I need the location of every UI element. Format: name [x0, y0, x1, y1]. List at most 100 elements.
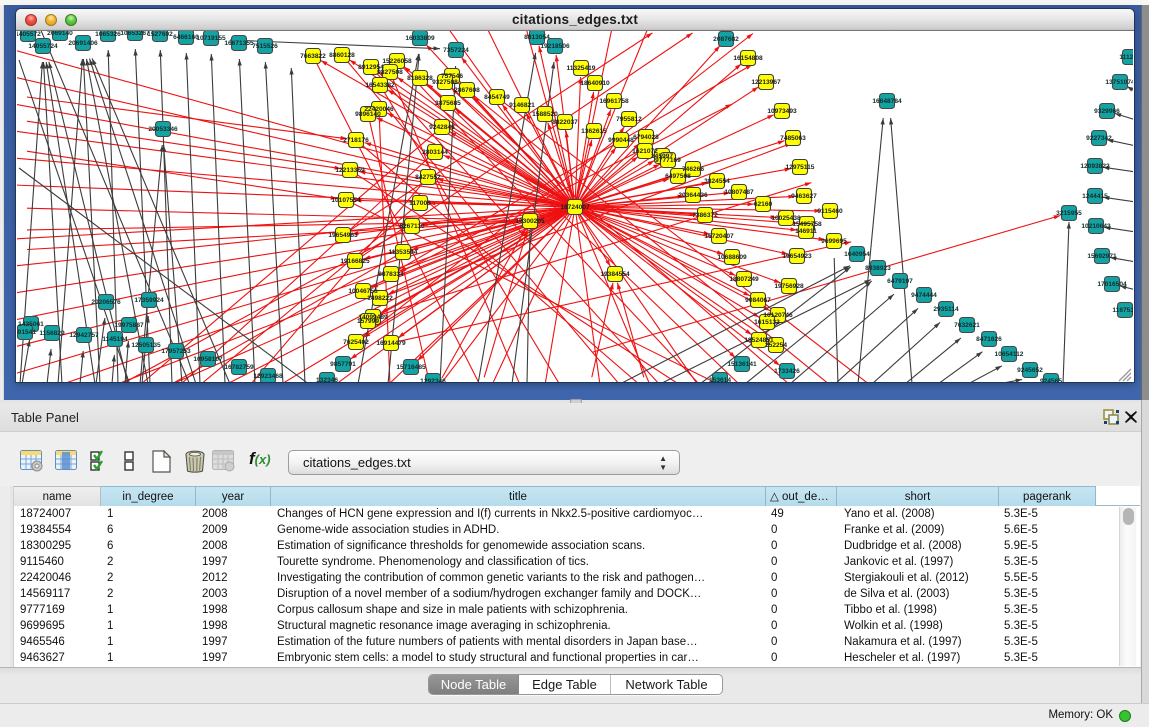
svg-text:7515526: 7515526 [252, 43, 278, 50]
svg-text:12213967: 12213967 [751, 79, 781, 86]
svg-text:10210643: 10210643 [1081, 223, 1111, 230]
svg-text:9329966: 9329966 [1094, 108, 1120, 115]
svg-text:2803144: 2803144 [422, 149, 448, 156]
svg-text:12942757: 12942757 [69, 332, 99, 339]
svg-text:6497568: 6497568 [665, 173, 691, 180]
svg-text:1145194: 1145194 [102, 336, 128, 343]
svg-text:391541: 391541 [17, 329, 36, 336]
svg-text:6466160: 6466160 [173, 34, 199, 41]
svg-text:7625402: 7625402 [343, 339, 369, 346]
svg-text:8471626: 8471626 [976, 336, 1002, 343]
svg-text:8860128: 8860128 [329, 52, 355, 59]
svg-text:10719155: 10719155 [196, 35, 226, 42]
svg-text:19756928: 19756928 [774, 283, 804, 290]
svg-text:1362615: 1362615 [581, 128, 607, 135]
svg-text:9227342: 9227342 [1086, 135, 1112, 142]
svg-text:252254: 252254 [765, 342, 787, 349]
svg-text:8878334: 8878334 [378, 271, 404, 278]
svg-text:1292346: 1292346 [420, 378, 446, 382]
svg-text:7357224: 7357224 [443, 47, 469, 54]
svg-text:10958107: 10958107 [193, 356, 223, 363]
svg-text:8454749: 8454749 [484, 94, 510, 101]
svg-text:16648784: 16648784 [872, 98, 902, 105]
svg-text:1156829: 1156829 [39, 330, 65, 337]
svg-text:19654923: 19654923 [782, 253, 812, 260]
svg-text:17957253: 17957253 [161, 348, 191, 355]
svg-text:1527602: 1527602 [147, 31, 173, 38]
svg-text:15692971: 15692971 [1087, 253, 1117, 260]
svg-text:14055724: 14055724 [28, 43, 58, 50]
svg-text:111264: 111264 [1119, 54, 1133, 61]
svg-text:1640954: 1640954 [844, 251, 870, 258]
svg-text:15720407: 15720407 [704, 233, 734, 240]
svg-text:6794028: 6794028 [633, 134, 659, 141]
svg-text:19166825: 19166825 [340, 258, 370, 265]
svg-text:18640910: 18640910 [580, 80, 610, 87]
svg-text:9327508: 9327508 [432, 79, 458, 86]
svg-text:16671355: 16671355 [224, 40, 254, 47]
svg-text:7386372: 7386372 [692, 212, 718, 219]
svg-text:9699695: 9699695 [821, 238, 847, 245]
svg-text:18724007: 18724007 [560, 204, 590, 211]
svg-text:1615132: 1615132 [754, 319, 780, 326]
svg-text:7485063: 7485063 [780, 135, 806, 142]
svg-text:16120746: 16120746 [763, 312, 793, 319]
svg-text:1588520: 1588520 [532, 111, 558, 118]
svg-text:924565: 924565 [1040, 378, 1062, 382]
svg-text:15716485: 15716485 [396, 364, 426, 371]
svg-text:12923468: 12923468 [253, 373, 283, 380]
svg-text:11353594: 11353594 [389, 249, 418, 256]
svg-text:746266: 746266 [682, 166, 704, 173]
svg-text:11325419: 11325419 [567, 65, 596, 72]
svg-text:1065326: 1065326 [95, 31, 121, 38]
svg-text:20053346: 20053346 [148, 126, 178, 133]
svg-text:9777169: 9777169 [655, 157, 681, 164]
svg-text:13751074: 13751074 [1105, 79, 1133, 86]
svg-text:16961758: 16961758 [599, 98, 629, 105]
svg-text:132346: 132346 [316, 377, 338, 382]
svg-text:3215955: 3215955 [1056, 210, 1082, 217]
svg-text:2718176: 2718176 [343, 137, 369, 144]
svg-text:19975887: 19975887 [114, 322, 144, 329]
svg-text:10688609: 10688609 [717, 254, 747, 261]
svg-text:9857791: 9857791 [330, 361, 356, 368]
svg-text:1244415: 1244415 [1082, 193, 1108, 200]
svg-text:9245652: 9245652 [1017, 367, 1043, 374]
svg-text:1733426: 1733426 [774, 368, 800, 375]
svg-text:19654963: 19654963 [328, 232, 358, 239]
svg-text:9827508: 9827508 [377, 69, 403, 76]
svg-text:15495758: 15495758 [792, 221, 822, 228]
svg-text:62160: 62160 [754, 201, 773, 208]
svg-text:10654112: 10654112 [995, 351, 1024, 358]
svg-text:10807487: 10807487 [724, 189, 754, 196]
svg-text:2069140: 2069140 [47, 31, 73, 37]
svg-text:7663822: 7663822 [300, 53, 326, 60]
svg-text:16782759: 16782759 [224, 364, 254, 371]
svg-text:9896140: 9896140 [355, 111, 381, 118]
svg-text:20206576: 20206576 [91, 299, 121, 306]
svg-text:15226058: 15226058 [382, 58, 412, 65]
svg-text:16154808: 16154808 [733, 55, 763, 62]
svg-text:18807249: 18807249 [729, 276, 759, 283]
svg-text:9463627: 9463627 [791, 193, 817, 200]
svg-text:8267110: 8267110 [399, 223, 425, 230]
svg-text:20691406: 20691406 [68, 40, 98, 47]
svg-text:10653267: 10653267 [120, 31, 150, 37]
svg-text:146911: 146911 [795, 228, 817, 235]
svg-text:1435061: 1435061 [18, 321, 44, 328]
svg-text:9242848: 9242848 [429, 124, 455, 131]
svg-text:16033809: 16033809 [405, 35, 435, 42]
svg-text:8938923: 8938923 [865, 265, 891, 272]
svg-text:2935114: 2935114 [933, 306, 959, 313]
svg-text:12975115: 12975115 [786, 164, 815, 171]
svg-text:1167533: 1167533 [1112, 307, 1133, 314]
svg-text:3824554: 3824554 [704, 178, 730, 185]
svg-text:3875685: 3875685 [435, 100, 461, 107]
svg-text:117008: 117008 [409, 200, 431, 207]
svg-text:16914479: 16914479 [376, 340, 406, 347]
svg-text:9990448: 9990448 [608, 137, 634, 144]
svg-text:7955812: 7955812 [616, 116, 642, 123]
svg-text:157999: 157999 [357, 318, 379, 325]
svg-text:2087682: 2087682 [713, 36, 739, 43]
svg-text:8822037: 8822037 [552, 119, 578, 126]
